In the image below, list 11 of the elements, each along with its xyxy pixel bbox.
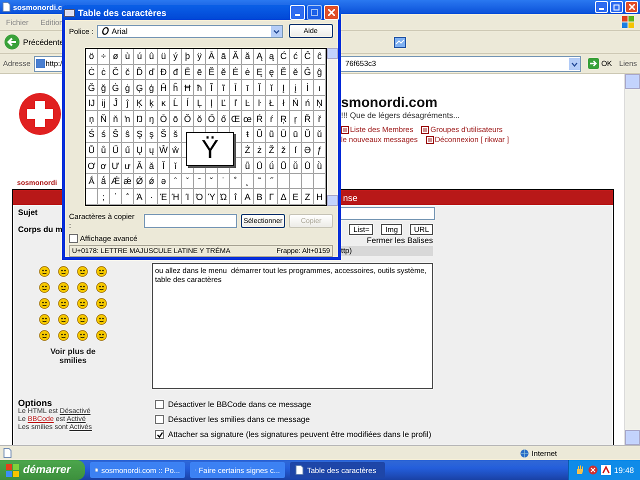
clock: 19:48 <box>614 466 634 474</box>
body-label: Corps du m <box>18 225 62 234</box>
checkbox-label: Désactiver le BBCode dans ce message <box>168 400 312 409</box>
subject-label: Sujet <box>18 208 38 217</box>
site-slogan: !!! Que de légers désagréments... <box>341 111 461 120</box>
dialog-title: Table des caractères <box>78 8 166 18</box>
checkbox-label: Désactiver les smilies dans ce message <box>168 415 310 424</box>
checkbox-label: Attacher sa signature (les signatures peuvent être modifiées dans le profil) <box>168 430 432 439</box>
options-title: Options <box>18 398 53 408</box>
magnified-character: Ÿ <box>186 132 234 166</box>
site-title: smonordi.com <box>341 94 438 110</box>
